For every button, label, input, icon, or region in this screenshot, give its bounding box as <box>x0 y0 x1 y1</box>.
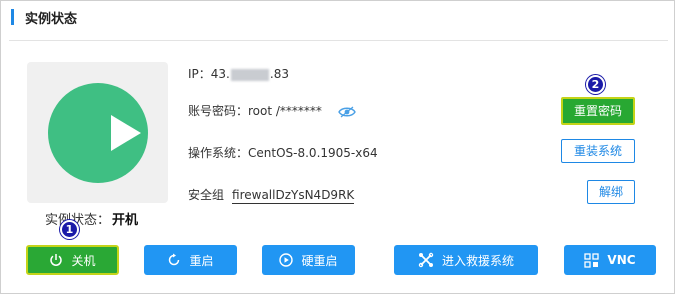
security-group-link[interactable]: firewallDzYsN4D9RK <box>232 188 355 204</box>
password-value: root /******* <box>248 104 322 118</box>
ip-mask <box>230 68 269 81</box>
shutdown-button[interactable]: 关机 <box>26 245 119 275</box>
security-group-row: 安全组 firewallDzYsN4D9RK <box>188 186 355 204</box>
vnc-button[interactable]: VNC <box>564 245 656 275</box>
hard-restart-label: 硬重启 <box>301 253 338 268</box>
eye-icon[interactable] <box>337 106 356 118</box>
os-row: 操作系统：CentOS-8.0.1905-x64 <box>188 144 378 161</box>
reset-password-button[interactable]: 重置密码 <box>561 97 635 125</box>
reinstall-system-button[interactable]: 重装系统 <box>561 139 635 163</box>
ip-prefix: 43. <box>210 67 230 81</box>
step-badge-2: 2 <box>586 75 605 94</box>
header-accent-bar <box>11 9 14 25</box>
os-label: 操作系统： <box>188 146 249 160</box>
os-value: CentOS-8.0.1905-x64 <box>248 146 378 160</box>
step-badge-1: 1 <box>60 220 79 239</box>
rescue-system-button[interactable]: 进入救援系统 <box>394 245 538 275</box>
power-icon <box>50 254 63 266</box>
instance-state: 实例状态： 开机 <box>45 209 138 228</box>
restart-icon <box>169 253 180 266</box>
unbind-button[interactable]: 解绑 <box>587 180 635 204</box>
header-divider <box>9 40 668 41</box>
password-row: 账号密码：root /******* <box>188 102 356 119</box>
vnc-icon <box>584 252 600 268</box>
play-triangle <box>111 115 141 151</box>
state-value: 开机 <box>112 213 139 228</box>
instance-thumbnail[interactable] <box>27 62 168 203</box>
password-label: 账号密码： <box>188 104 249 118</box>
hard-restart-icon <box>279 253 294 267</box>
security-group-label: 安全组 <box>188 188 225 202</box>
panel-header: 实例状态 <box>1 1 674 35</box>
ip-label: IP： <box>188 67 211 81</box>
restart-label: 重启 <box>189 253 214 268</box>
ip-row: IP：43. .83 <box>188 65 289 82</box>
rescue-system-label: 进入救援系统 <box>441 253 514 268</box>
ip-suffix: .83 <box>269 67 289 81</box>
restart-button[interactable]: 重启 <box>144 245 237 275</box>
hard-restart-button[interactable]: 硬重启 <box>262 245 355 275</box>
instance-status-panel: 实例状态 实例状态： 开机 IP：43. .83 账号密码：root /******… <box>0 0 675 294</box>
panel-title: 实例状态 <box>25 12 78 27</box>
vnc-label: VNC <box>607 253 636 267</box>
rescue-icon <box>418 252 434 268</box>
shutdown-label: 关机 <box>71 253 96 268</box>
